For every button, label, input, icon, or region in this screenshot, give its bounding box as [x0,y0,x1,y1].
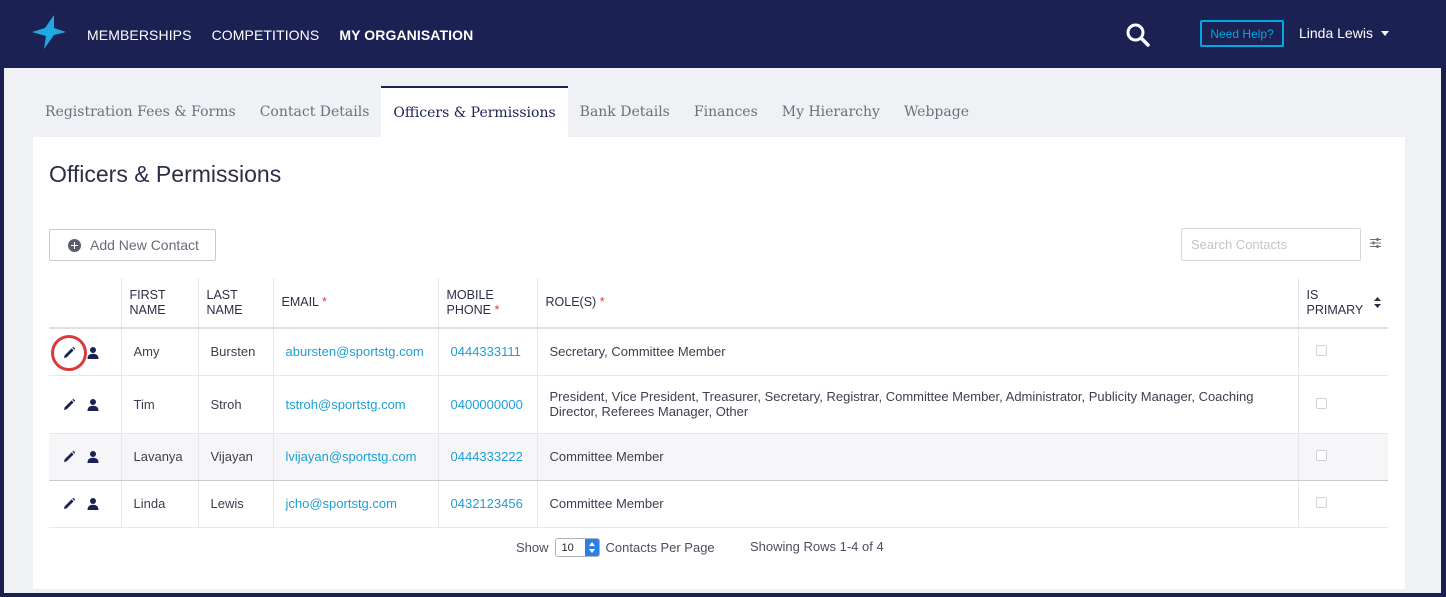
user-name: Linda Lewis [1299,25,1373,41]
show-label: Show [516,540,549,555]
page-title: Officers & Permissions [49,161,282,187]
row-actions [49,375,122,434]
tab-bank-details[interactable]: Bank Details [568,86,682,138]
roles-header[interactable]: ROLE(S) * [537,278,1299,329]
first-name-cell: Tim [121,375,199,434]
is-primary-checkbox[interactable] [1315,345,1327,357]
logo-star-icon[interactable] [30,14,68,50]
is-primary-cell [1298,432,1388,481]
table-header-row: FIRST NAME LAST NAME EMAIL * MOBILE PHONE *… [49,278,1388,329]
table-row: Linda Lewis jcho@sportstg.com 0432123456 Com… [49,480,1388,528]
mobile-link[interactable]: 0444333111 [438,328,538,376]
roles-cell: Committee Member [537,432,1299,481]
row-actions [49,480,122,528]
caret-down-icon [1380,30,1389,36]
table-row: Lavanya Vijayan lvijayan@sportstg.com 04443… [49,432,1388,481]
tab-my-hierarchy[interactable]: My Hierarchy [770,86,892,138]
per-page-label: Contacts Per Page [605,540,715,555]
last-name-header[interactable]: LAST NAME [198,278,274,329]
mobile-link[interactable]: 0432123456 [438,480,538,528]
actions-header [49,278,122,329]
mobile-phone-header[interactable]: MOBILE PHONE * [438,278,538,329]
officers-panel: Officers & Permissions Add New Contact F… [33,137,1405,589]
row-actions [49,432,122,481]
edit-pencil-icon[interactable] [62,497,76,511]
first-name-header[interactable]: FIRST NAME [121,278,199,329]
filter-sliders-icon[interactable] [1370,238,1381,248]
row-actions [49,328,122,376]
table-row: Tim Stroh tstroh@sportstg.com 0400000000 Pre… [49,375,1388,434]
showing-rows-text: Showing Rows 1-4 of 4 [750,539,884,554]
is-primary-header[interactable]: IS PRIMARY [1298,278,1388,329]
need-help-button[interactable]: Need Help? [1200,20,1284,47]
user-permissions-icon[interactable] [86,398,100,412]
tab-finances[interactable]: Finances [682,86,770,138]
mobile-link[interactable]: 0400000000 [438,375,538,434]
tab-bar: Registration Fees & Forms Contact Detail… [4,86,981,138]
top-bar: MEMBERSHIPS COMPETITIONS MY ORGANISATION… [0,0,1446,68]
add-new-contact-label: Add New Contact [90,237,199,253]
is-primary-cell [1298,328,1388,376]
sort-icon[interactable] [1374,297,1381,308]
last-name-cell: Lewis [198,480,274,528]
last-name-cell: Vijayan [198,432,274,481]
edit-pencil-icon[interactable] [62,398,76,412]
content-frame: Registration Fees & Forms Contact Detail… [4,68,1441,593]
nav-memberships[interactable]: MEMBERSHIPS [87,27,192,43]
roles-cell: Secretary, Committee Member [537,328,1299,376]
select-stepper-icon [584,539,599,556]
plus-circle-icon [68,238,81,252]
nav-competitions[interactable]: COMPETITIONS [212,27,320,43]
search-contacts-input[interactable] [1181,228,1361,261]
edit-pencil-icon[interactable] [62,450,76,464]
tab-registration-fees[interactable]: Registration Fees & Forms [4,86,248,138]
email-link[interactable]: jcho@sportstg.com [273,480,439,528]
email-header[interactable]: EMAIL * [273,278,439,329]
roles-cell: President, Vice President, Treasurer, Se… [537,375,1299,434]
table-row: Amy Bursten abursten@sportstg.com 044433311… [49,328,1388,376]
is-primary-checkbox[interactable] [1315,497,1327,508]
email-link[interactable]: tstroh@sportstg.com [273,375,439,434]
email-link[interactable]: abursten@sportstg.com [273,328,439,376]
roles-cell: Committee Member [537,480,1299,528]
is-primary-cell [1298,375,1388,434]
is-primary-cell [1298,480,1388,528]
edit-pencil-icon[interactable] [51,334,87,371]
tab-webpage[interactable]: Webpage [892,86,981,138]
user-permissions-icon[interactable] [86,450,100,464]
pagination-controls: Show 10 Contacts Per Page [516,538,715,557]
add-new-contact-button[interactable]: Add New Contact [49,229,216,261]
mobile-link[interactable]: 0444333222 [438,432,538,481]
user-permissions-icon[interactable] [86,497,100,511]
user-menu[interactable]: Linda Lewis [1299,25,1389,41]
tab-contact-details[interactable]: Contact Details [248,86,382,138]
search-icon[interactable] [1125,22,1151,48]
email-link[interactable]: lvijayan@sportstg.com [273,432,439,481]
contacts-table: FIRST NAME LAST NAME EMAIL * MOBILE PHONE *… [49,278,1388,528]
per-page-select[interactable]: 10 [554,538,600,557]
first-name-cell: Linda [121,480,199,528]
last-name-cell: Bursten [198,328,274,376]
first-name-cell: Lavanya [121,432,199,481]
tab-officers-permissions[interactable]: Officers & Permissions [381,86,568,138]
is-primary-checkbox[interactable] [1315,397,1327,409]
last-name-cell: Stroh [198,375,274,434]
is-primary-checkbox[interactable] [1315,450,1327,461]
nav-my-organisation[interactable]: MY ORGANISATION [339,27,473,43]
main-nav: MEMBERSHIPS COMPETITIONS MY ORGANISATION [87,27,473,43]
user-permissions-icon[interactable] [86,346,100,360]
first-name-cell: Amy [121,328,199,376]
highlight-circle [51,334,87,371]
